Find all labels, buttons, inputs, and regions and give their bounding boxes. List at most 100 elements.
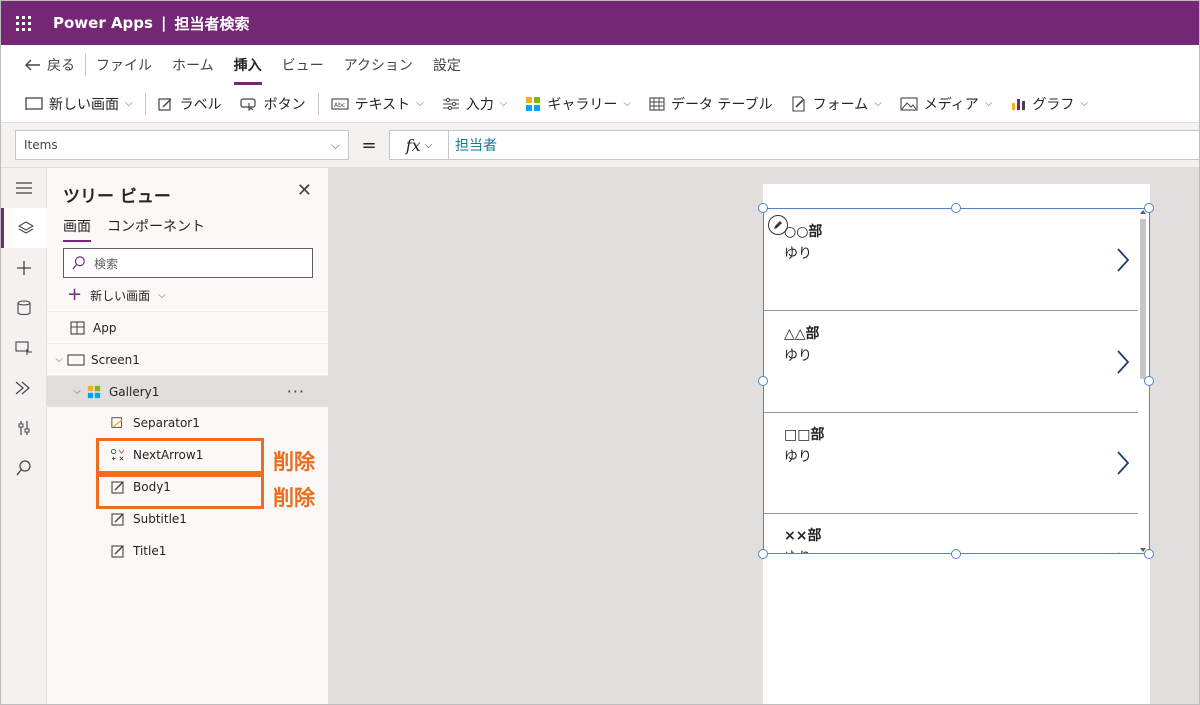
chevron-right-icon[interactable]: [1114, 450, 1132, 476]
chevron-down-icon: ⌵: [424, 139, 433, 151]
search-icon: [72, 256, 85, 270]
input-label: 入力: [465, 96, 494, 113]
app-launcher-icon[interactable]: [1, 1, 45, 45]
annotation-box-nextarrow: [96, 438, 264, 474]
button-button[interactable]: ボタン: [239, 94, 306, 114]
label-icon: [157, 97, 172, 111]
menu-file[interactable]: ファイル: [96, 51, 152, 79]
tree-label-gallery1: Gallery1: [109, 384, 160, 399]
resize-handle[interactable]: [758, 376, 768, 386]
gallery-icon: [87, 385, 101, 398]
left-rail: [1, 168, 47, 704]
tree-view-panel: ツリー ビュー ✕ 画面 コンポーネント 検索 + 新しい画面 ⌵ App ⌵ …: [47, 168, 329, 704]
data-table-label: データ テーブル: [670, 96, 773, 113]
chevron-down-icon: ⌵: [499, 98, 508, 109]
chevron-right-icon[interactable]: [1114, 551, 1132, 554]
menu-action[interactable]: アクション: [344, 51, 413, 79]
power-automate-icon[interactable]: [1, 368, 47, 408]
gallery-control[interactable]: ○○部 ゆり △△部 ゆり □□部 ゆり ××部 ゆり: [763, 208, 1150, 554]
label-icon: [111, 513, 124, 526]
label-icon: [111, 545, 124, 558]
button-icon: [239, 97, 256, 111]
advanced-tools-icon[interactable]: [1, 408, 47, 448]
resize-handle[interactable]: [1144, 376, 1154, 386]
screen-icon: [67, 353, 85, 366]
tree-row-app[interactable]: App: [47, 311, 329, 343]
gallery-item-subtitle: ゆり: [784, 547, 812, 553]
formula-input[interactable]: 担当者: [449, 130, 1199, 160]
resize-handle[interactable]: [1144, 203, 1154, 213]
tree-label-subtitle1: Subtitle1: [133, 512, 187, 526]
search-icon[interactable]: [1, 448, 47, 488]
chart-label: グラフ: [1032, 96, 1075, 113]
gallery-icon: [526, 96, 541, 111]
tree-search-input[interactable]: 検索: [63, 248, 313, 278]
new-screen-icon: [25, 96, 43, 110]
svg-text:Abc: Abc: [334, 102, 345, 109]
tree-tabs: 画面 コンポーネント: [63, 216, 205, 242]
resize-handle[interactable]: [758, 203, 768, 213]
menu-insert[interactable]: 挿入: [233, 51, 262, 85]
resize-handle[interactable]: [1144, 549, 1154, 559]
tree-row-separator1[interactable]: Separator1: [47, 407, 329, 439]
media-menu[interactable]: メディア ⌵: [900, 94, 992, 114]
form-menu[interactable]: フォーム ⌵: [791, 94, 882, 114]
tree-new-screen-button[interactable]: + 新しい画面 ⌵: [67, 286, 166, 304]
menu-home[interactable]: ホーム: [172, 51, 214, 79]
fx-button[interactable]: fx ⌵: [389, 130, 449, 160]
tree-new-screen-label: 新しい画面: [90, 288, 151, 303]
tree-row-screen1[interactable]: ⌵ Screen1: [47, 343, 329, 375]
gallery-menu[interactable]: ギャラリー ⌵: [525, 94, 631, 114]
insert-plus-icon[interactable]: [1, 248, 47, 288]
menu-settings[interactable]: 設定: [433, 51, 461, 79]
close-icon[interactable]: ✕: [297, 180, 312, 201]
gallery-item[interactable]: △△部 ゆり: [764, 311, 1138, 413]
tree-row-title1[interactable]: Title1: [47, 535, 329, 567]
table-icon: [649, 96, 665, 111]
back-button[interactable]: 戻る: [25, 51, 75, 79]
chevron-right-icon[interactable]: [1114, 349, 1132, 375]
title-separator: |: [160, 14, 167, 32]
gallery-item-subtitle: ゆり: [784, 348, 812, 364]
media-library-icon[interactable]: [1, 328, 47, 368]
chevron-down-icon: ⌵: [330, 137, 340, 152]
property-dropdown[interactable]: Items ⌵: [15, 130, 349, 160]
data-cylinder-icon[interactable]: [1, 288, 47, 328]
input-menu[interactable]: 入力 ⌵: [442, 94, 508, 114]
document-title: 担当者検索: [174, 14, 250, 33]
gallery-item[interactable]: ××部 ゆり: [764, 513, 1138, 554]
gallery-item-subtitle: ゆり: [784, 246, 812, 262]
new-screen-button[interactable]: 新しい画面 ⌵: [25, 94, 133, 114]
scrollbar-thumb[interactable]: [1140, 219, 1146, 379]
label-button[interactable]: ラベル: [157, 94, 222, 114]
label-label: ラベル: [179, 96, 222, 113]
chevron-down-icon: ⌵: [158, 289, 166, 301]
button-label: ボタン: [263, 96, 306, 113]
power-apps-studio: Power Apps | 担当者検索 戻る ファイル ホーム 挿入 ビュー アク…: [0, 0, 1200, 705]
annotation-box-body: [96, 474, 264, 509]
resize-handle[interactable]: [951, 203, 961, 213]
tree-row-gallery1[interactable]: ⌵ Gallery1 ···: [47, 375, 329, 407]
tree-view-layers-icon[interactable]: [1, 208, 47, 248]
design-canvas: ○○部 ゆり △△部 ゆり □□部 ゆり ××部 ゆり: [329, 168, 1199, 704]
back-arrow-icon: [25, 59, 40, 71]
tree-label-title1: Title1: [133, 544, 167, 558]
data-table-button[interactable]: データ テーブル: [649, 94, 773, 114]
annotation-delete-label: 削除: [273, 486, 315, 510]
menu-bar: 戻る ファイル ホーム 挿入 ビュー アクション 設定: [1, 45, 1199, 85]
chevron-down-icon: ⌵: [416, 98, 424, 109]
tab-components[interactable]: コンポーネント: [107, 216, 205, 236]
hamburger-menu-icon[interactable]: [1, 168, 47, 208]
text-label: テキスト: [354, 96, 411, 113]
gallery-item[interactable]: ○○部 ゆり: [764, 209, 1138, 311]
chevron-right-icon[interactable]: [1114, 247, 1132, 273]
chart-menu[interactable]: グラフ ⌵: [1010, 94, 1088, 114]
more-options-icon[interactable]: ···: [287, 382, 305, 401]
tab-screens[interactable]: 画面: [63, 216, 91, 242]
menu-view[interactable]: ビュー: [282, 51, 324, 79]
resize-handle[interactable]: [758, 549, 768, 559]
resize-handle[interactable]: [951, 549, 961, 559]
gallery-item[interactable]: □□部 ゆり: [764, 412, 1138, 514]
media-icon: [900, 96, 918, 111]
text-menu[interactable]: Abc テキスト ⌵: [331, 94, 424, 114]
